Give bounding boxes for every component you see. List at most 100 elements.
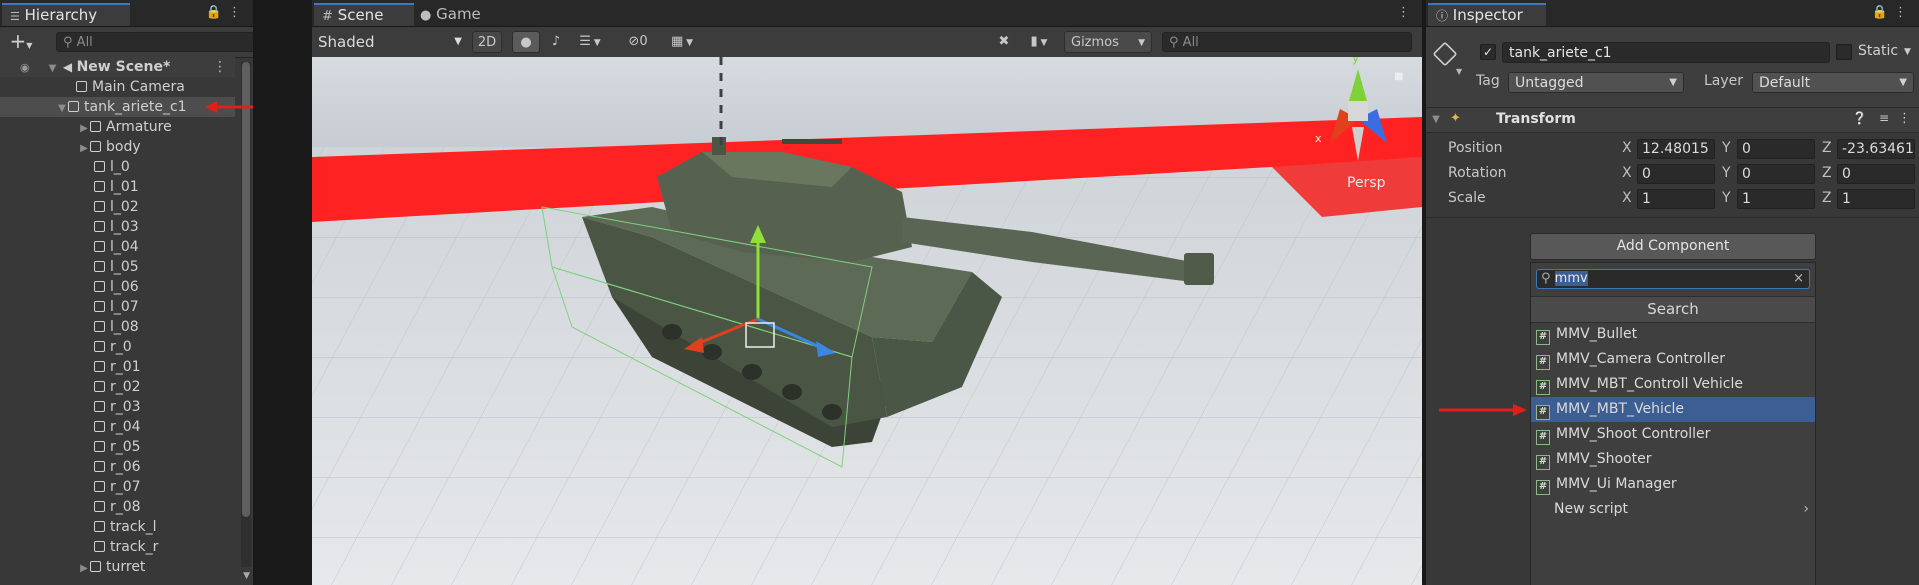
tab-inspector[interactable]: ⓘ Inspector — [1428, 3, 1546, 26]
component-item-mmv-ui-manager[interactable]: # MMV_Ui Manager — [1531, 472, 1815, 497]
component-search-input[interactable]: ⚲ mmv × — [1536, 269, 1810, 289]
hierarchy-item-main-camera[interactable]: Main Camera — [0, 77, 235, 97]
scale-x-field[interactable]: 1 — [1637, 189, 1715, 209]
help-icon[interactable]: ❔ — [1852, 111, 1867, 125]
hierarchy-item-l-05[interactable]: l_05 — [0, 257, 235, 277]
scale-y-field[interactable]: 1 — [1737, 189, 1815, 209]
hierarchy-item-r-01[interactable]: r_01 — [0, 357, 235, 377]
grid-snapping-toggle[interactable]: ▦ ▼ — [662, 31, 702, 53]
hierarchy-item-r-08[interactable]: r_08 — [0, 497, 235, 517]
expand-arrow-icon[interactable]: ▼ — [46, 59, 58, 79]
chevron-down-icon[interactable]: ▼ — [1904, 47, 1911, 57]
scene-visibility-toggle[interactable]: ◉ — [20, 58, 42, 78]
hierarchy-item-track-l[interactable]: track_l — [0, 517, 235, 537]
hierarchy-scrollbar[interactable] — [241, 62, 251, 567]
hierarchy-item-l-02[interactable]: l_02 — [0, 197, 235, 217]
scrollbar-thumb[interactable] — [242, 62, 250, 517]
component-item-mmv-shoot-controller[interactable]: # MMV_Shoot Controller — [1531, 422, 1815, 447]
hierarchy-search-input[interactable]: ⚲ All — [56, 32, 253, 52]
hierarchy-item-r-04[interactable]: r_04 — [0, 417, 235, 437]
expand-arrow-icon[interactable]: ▶ — [78, 139, 90, 159]
position-y-field[interactable]: 0 — [1737, 139, 1815, 159]
scale-z-field[interactable]: 1 — [1837, 189, 1915, 209]
component-item-mmv-mbt-controll-vehicle[interactable]: # MMV_MBT_Controll Vehicle — [1531, 372, 1815, 397]
expand-arrow-icon[interactable]: ▶ — [78, 119, 90, 139]
hierarchy-item-body[interactable]: ▶ body — [0, 137, 235, 157]
expand-arrow-icon[interactable]: ▶ — [78, 559, 90, 579]
scene-tab-menu[interactable]: ⋮ — [1397, 5, 1416, 20]
hierarchy-item-turret[interactable]: ▶ turret — [0, 557, 235, 577]
hierarchy-item-l-03[interactable]: l_03 — [0, 217, 235, 237]
hierarchy-item-tank-ariete-c1[interactable]: ▼ tank_ariete_c1 — [0, 97, 235, 117]
mode-2d-button[interactable]: 2D — [472, 31, 502, 53]
hierarchy-item-r-06[interactable]: r_06 — [0, 457, 235, 477]
persp-label[interactable]: Persp — [1347, 175, 1386, 191]
gizmo-lock-icon[interactable]: ■ — [1394, 71, 1403, 82]
hierarchy-tab-menu[interactable]: 🔒⋮ — [206, 5, 247, 20]
component-item-mmv-shooter[interactable]: # MMV_Shooter — [1531, 447, 1815, 472]
inspector-tab-menu[interactable]: 🔒⋮ — [1872, 5, 1913, 20]
eye-off-icon: ⊘ — [628, 34, 640, 49]
clear-search-icon[interactable]: × — [1793, 270, 1804, 288]
transform-header[interactable]: ▼ ✦ Transform ❔ ≡ ⋮ — [1426, 108, 1919, 133]
lighting-toggle[interactable]: ● — [512, 31, 540, 53]
gameobject-cube-icon[interactable] — [1432, 41, 1458, 67]
component-item-mmv-camera-controller[interactable]: # MMV_Camera Controller — [1531, 347, 1815, 372]
hidden-objects-toggle[interactable]: ⊘0 — [618, 31, 658, 53]
tab-game[interactable]: ● Game — [420, 3, 481, 26]
position-z-field[interactable]: -23.63461 — [1837, 139, 1915, 159]
camera-button[interactable]: ▮ ▼ — [1020, 31, 1058, 53]
hierarchy-item-l-07[interactable]: l_07 — [0, 297, 235, 317]
hierarchy-item-r-03[interactable]: r_03 — [0, 397, 235, 417]
object-name-field[interactable]: tank_ariete_c1 — [1502, 42, 1830, 63]
layer-dropdown[interactable]: Default ▼ — [1752, 72, 1914, 93]
rotation-x-field[interactable]: 0 — [1637, 164, 1715, 184]
position-x-axis: X — [1622, 140, 1632, 156]
hierarchy-item-r-07[interactable]: r_07 — [0, 477, 235, 497]
scene-menu-icon[interactable]: ⋮ — [213, 57, 227, 77]
hierarchy-item-armature[interactable]: ▶ Armature — [0, 117, 235, 137]
scene-row[interactable]: ◉ ▼ ◀ New Scene* ⋮ — [0, 57, 235, 77]
shading-mode-dropdown[interactable]: Shaded ▼ — [318, 31, 466, 53]
hierarchy-item-r-0[interactable]: r_0 — [0, 337, 235, 357]
add-object-button[interactable]: +▼ — [6, 30, 36, 52]
gameobject-cube-icon — [94, 321, 105, 332]
component-item-mmv-bullet[interactable]: # MMV_Bullet — [1531, 322, 1815, 347]
scroll-down-icon[interactable]: ▼ — [243, 571, 250, 581]
rotation-z-field[interactable]: 0 — [1837, 164, 1915, 184]
hierarchy-item-l-08[interactable]: l_08 — [0, 317, 235, 337]
static-checkbox[interactable] — [1836, 44, 1852, 60]
tag-dropdown[interactable]: Untagged ▼ — [1508, 72, 1684, 93]
component-item-mmv-mbt-vehicle[interactable]: # MMV_MBT_Vehicle — [1531, 397, 1815, 422]
hierarchy-item-l-0[interactable]: l_0 — [0, 157, 235, 177]
hierarchy-item-l-01[interactable]: l_01 — [0, 177, 235, 197]
gizmos-dropdown[interactable]: Gizmos ▼ — [1064, 31, 1152, 53]
kebab-menu-icon[interactable]: ⋮ — [1894, 5, 1913, 20]
hierarchy-item-l-06[interactable]: l_06 — [0, 277, 235, 297]
lock-icon[interactable]: 🔒 — [1872, 5, 1894, 20]
kebab-menu-icon[interactable]: ⋮ — [1397, 5, 1416, 20]
preset-icon[interactable]: ≡ — [1879, 111, 1889, 125]
tab-scene[interactable]: # Scene — [314, 3, 414, 26]
hierarchy-item-track-r[interactable]: track_r — [0, 537, 235, 557]
kebab-menu-icon[interactable]: ⋮ — [228, 5, 247, 20]
add-component-button[interactable]: Add Component — [1530, 233, 1816, 260]
lock-icon[interactable]: 🔒 — [206, 5, 228, 20]
new-script-item[interactable]: New script › — [1531, 497, 1815, 522]
active-checkbox[interactable]: ✓ — [1480, 44, 1496, 60]
tab-hierarchy[interactable]: ☰ Hierarchy — [2, 3, 130, 26]
audio-toggle[interactable]: ♪ — [544, 31, 568, 53]
tools-button[interactable]: ✖ — [992, 31, 1016, 53]
scene-search-input[interactable]: ⚲ All — [1162, 32, 1412, 52]
hierarchy-item-label: l_08 — [110, 319, 139, 335]
hierarchy-item-r-02[interactable]: r_02 — [0, 377, 235, 397]
scene-viewport[interactable]: y x z ■ Persp — [312, 57, 1422, 585]
hierarchy-item-l-04[interactable]: l_04 — [0, 237, 235, 257]
hierarchy-item-r-05[interactable]: r_05 — [0, 437, 235, 457]
effects-toggle[interactable]: ☰ ▼ — [570, 31, 610, 53]
rotation-y-field[interactable]: 0 — [1737, 164, 1815, 184]
expand-arrow-icon[interactable]: ▼ — [56, 99, 68, 119]
position-x-field[interactable]: 12.48015 — [1637, 139, 1715, 159]
expand-arrow-icon[interactable]: ▼ — [1430, 114, 1442, 125]
kebab-menu-icon[interactable]: ⋮ — [1898, 111, 1911, 126]
